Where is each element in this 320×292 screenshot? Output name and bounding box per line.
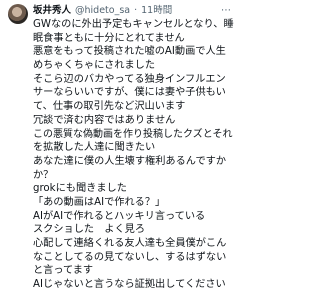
author-name[interactable]: 坂井秀人 (33, 4, 71, 18)
post-text-line: そこら辺のバカやってる独身インフルエン (33, 73, 226, 85)
post-text-line: と言ってます (33, 265, 94, 277)
post-text-line: この悪質な偽動画を作り投稿したクズとそれ (33, 128, 233, 140)
post-text-line: GWなのに外出予定もキャンセルとなり、睡 (33, 19, 234, 30)
post-header: 坂井秀人 @hideto_sa · 11時間 (33, 4, 234, 18)
post-text-line: あなた達に僕の人生壊す権利あるんですか (33, 155, 227, 167)
post-text-line: サーならいいですが、僕には妻や子供もい (33, 87, 226, 99)
post: 坂井秀人 @hideto_sa · 11時間 ⋯ GWなのに外出予定もキャンセル… (0, 0, 240, 290)
post-text-line: スクショした よく見ろ (33, 224, 146, 236)
post-text-line: AIじゃないと言うなら証拠出してください (33, 279, 226, 291)
post-text-line: めちゃくちゃにされました (33, 60, 156, 72)
post-text-line: 悪意をもって投稿された嘘のAI動画で人生 (33, 46, 226, 58)
post-text-line: 心配して連絡くれる友人達も全員僕がこん (33, 238, 227, 249)
post-text: GWなのに外出予定もキャンセルとなり、睡 眠食事ともに十分にとれてません 悪意を… (33, 18, 234, 292)
avatar[interactable] (8, 4, 28, 24)
post-text-line: なことしてるの見てないし、するはずない (33, 251, 227, 263)
post-text-line: 「あの動画はAIで作れる？」 (33, 196, 166, 208)
time-separator: · (134, 5, 138, 16)
post-text-line: 眠食事ともに十分にとれてません (33, 32, 185, 44)
post-text-line: grokにも聞きました (33, 183, 127, 195)
post-text-line: て、仕事の取引先など沢山います (33, 101, 186, 113)
post-time[interactable]: 11時間 (141, 4, 172, 18)
post-text-line: を拡散した人達に聞きたい (33, 142, 156, 154)
post-text-line: 冗談で済む内容ではありません (33, 114, 176, 126)
author-handle[interactable]: @hideto_sa (75, 4, 130, 18)
more-options-icon[interactable]: ⋯ (221, 4, 232, 18)
post-text-line: か？ (33, 169, 54, 181)
post-text-line: AIがAIで作れるとハッキリ言っている (33, 210, 206, 222)
